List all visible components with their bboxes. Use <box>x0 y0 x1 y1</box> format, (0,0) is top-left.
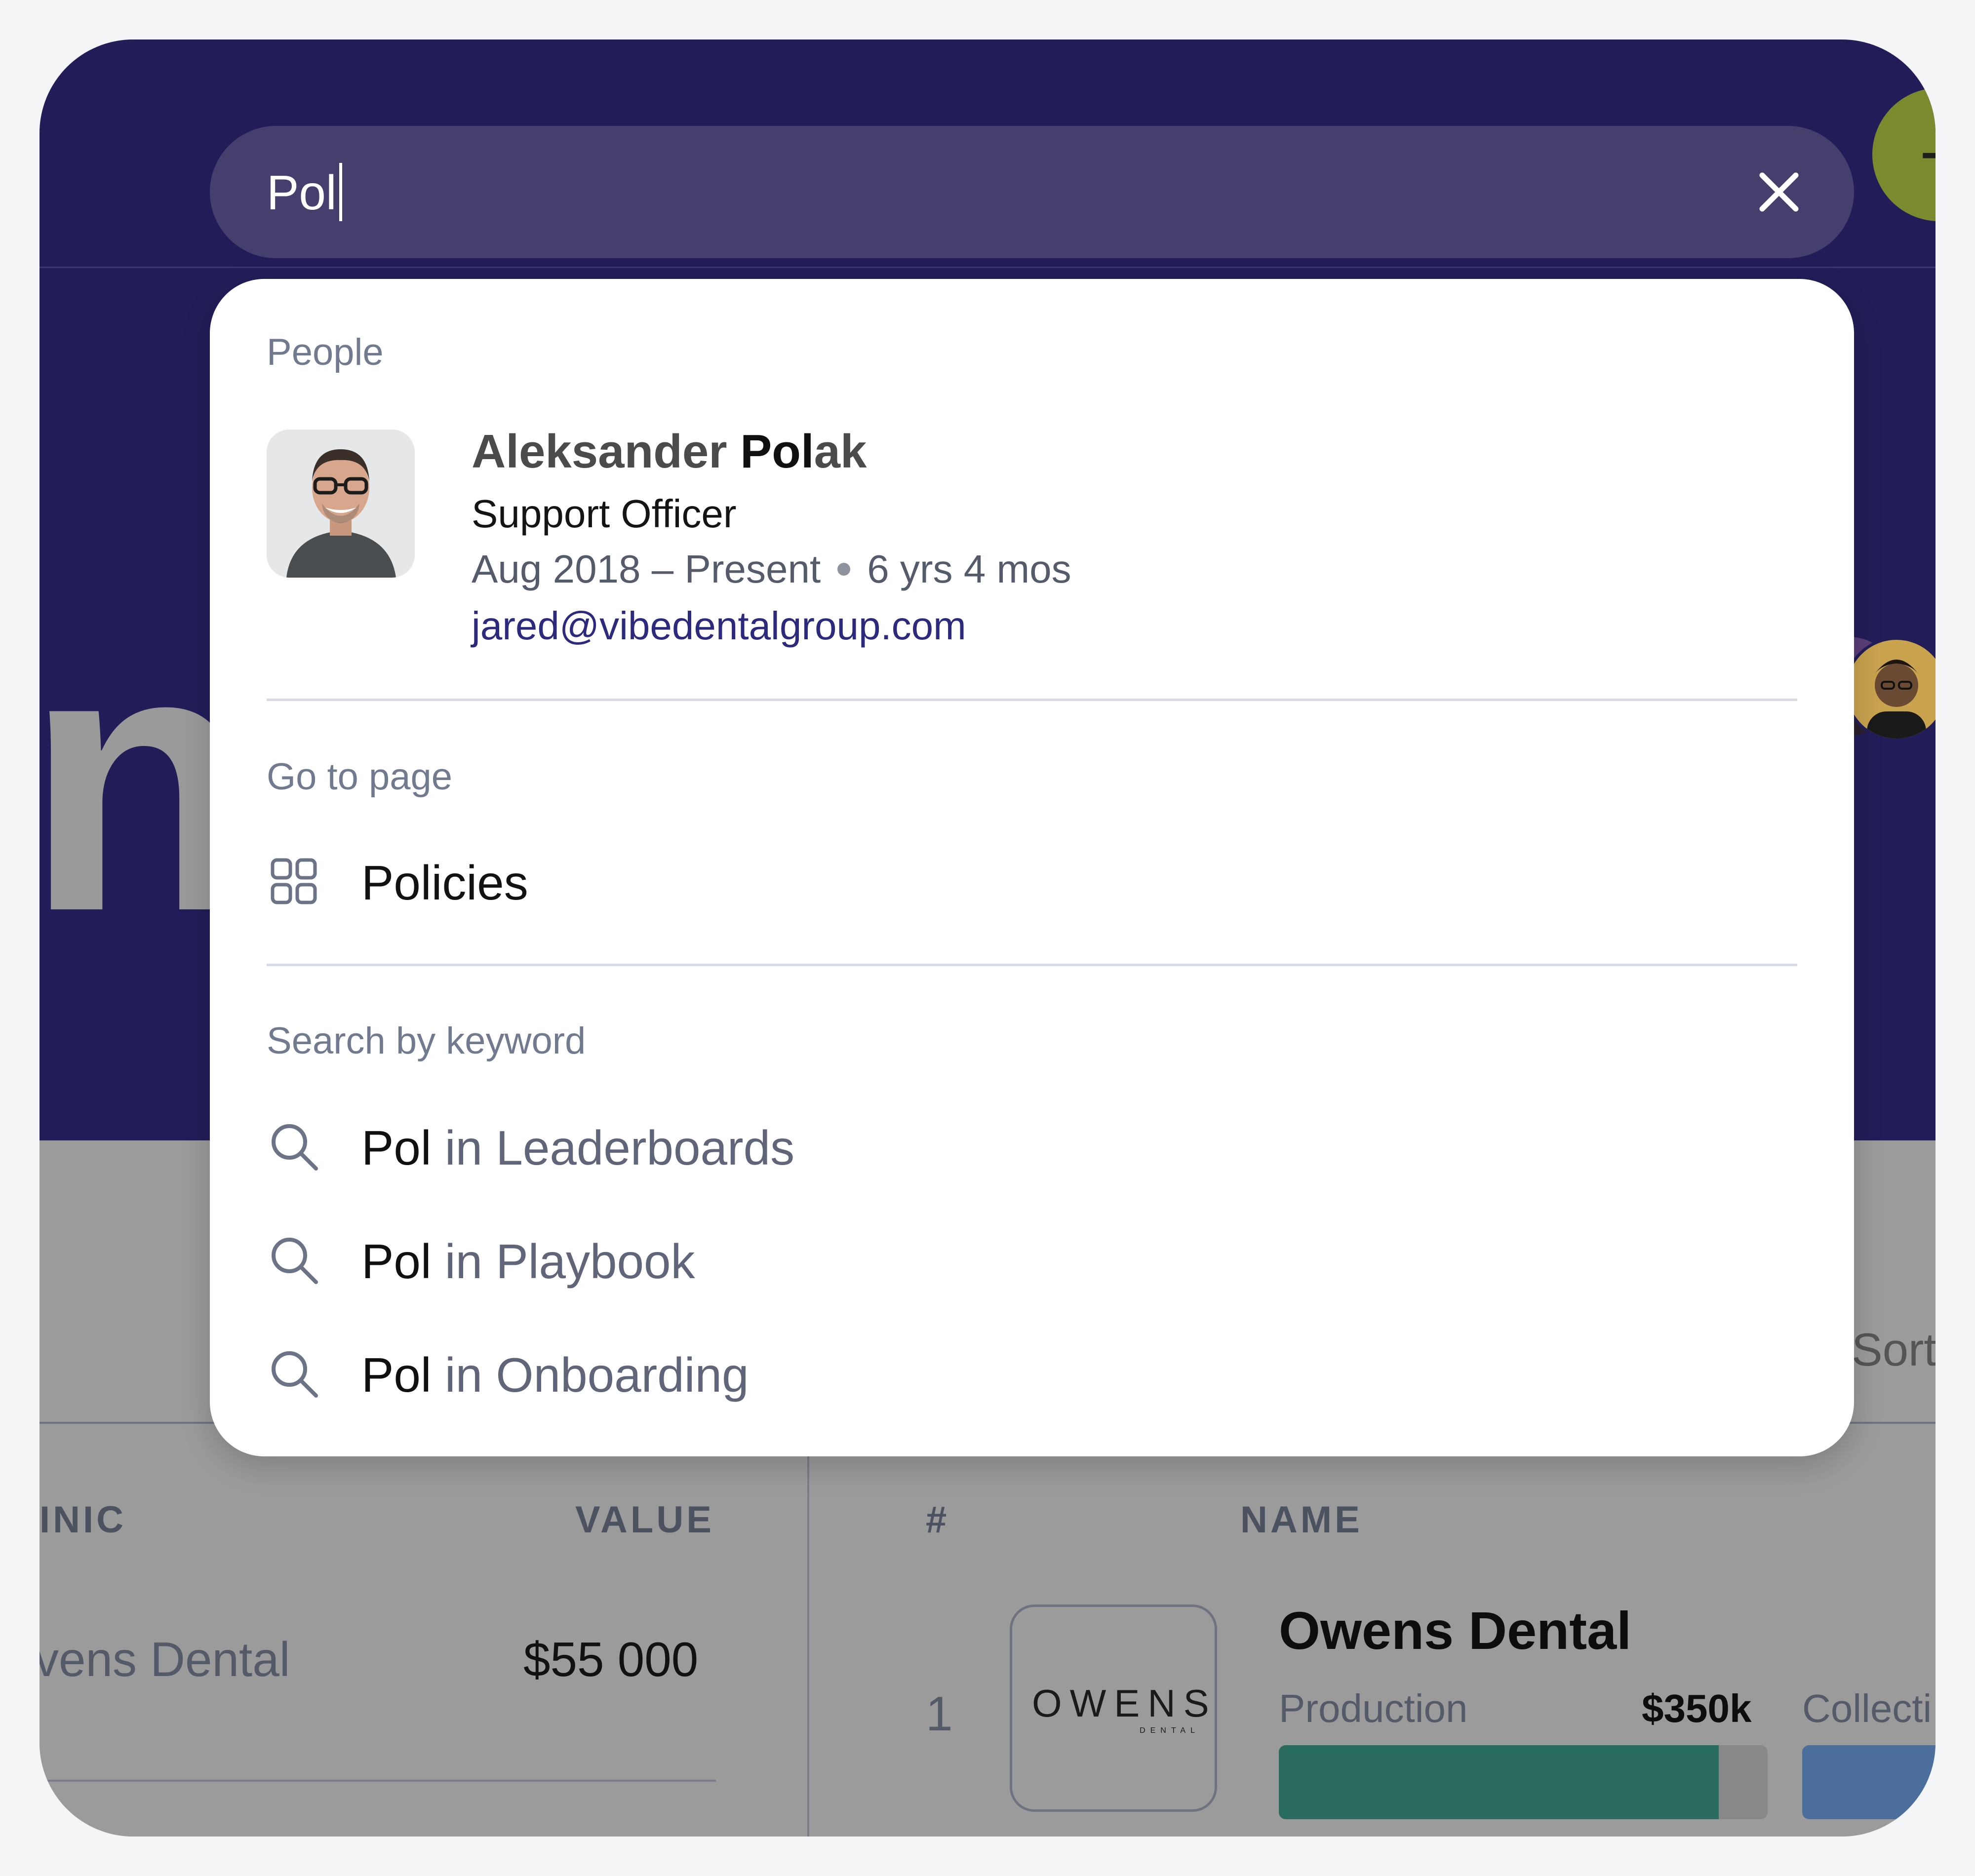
person-name-match: Pol <box>740 425 814 478</box>
header-divider <box>40 267 1936 268</box>
person-name-post: ak <box>814 425 867 478</box>
column-divider <box>807 1422 809 1837</box>
separator-dot <box>837 562 851 576</box>
add-button[interactable]: + <box>1872 88 1936 221</box>
avatar <box>267 430 415 578</box>
production-progress-fill <box>1279 1745 1719 1819</box>
clinic-title[interactable]: Owens Dental <box>1279 1600 1631 1661</box>
person-duration: 6 yrs 4 mos <box>867 547 1071 591</box>
value-cell: $55 000 <box>523 1632 699 1686</box>
sort-button[interactable]: Sort <box>1852 1323 1936 1376</box>
page-result-label: Policies <box>361 856 528 910</box>
production-value: $350k <box>1642 1686 1752 1730</box>
page-result-policies[interactable]: Policies <box>267 839 1797 928</box>
person-email[interactable]: jared@vibedentalgroup.com <box>472 603 966 649</box>
keyword-result-label: Pol in Onboarding <box>361 1347 749 1403</box>
search-results-dropdown: People Aleksander Polak Support Officer <box>210 279 1854 1456</box>
clinic-logo: OWENS DENTAL <box>1010 1604 1217 1812</box>
people-section-title: People <box>267 331 384 373</box>
search-icon <box>272 1351 318 1398</box>
person-name: Aleksander Polak <box>472 425 867 479</box>
search-input[interactable] <box>267 151 1698 234</box>
collections-progress-bar <box>1802 1745 1936 1819</box>
keyword-result-playbook[interactable]: Pol in Playbook <box>267 1218 1797 1307</box>
search-bar[interactable] <box>210 126 1854 258</box>
clear-search-button[interactable] <box>1745 158 1813 226</box>
search-icon <box>272 1238 318 1284</box>
keyword-section-title: Search by keyword <box>267 1020 586 1062</box>
text-caret <box>339 163 342 221</box>
keyword-match: Pol <box>361 1348 432 1402</box>
keyword-match: Pol <box>361 1121 432 1175</box>
person-dates: Aug 2018 – Present <box>472 547 821 591</box>
section-divider <box>267 699 1797 701</box>
clinic-name-cell: vens Dental <box>40 1632 290 1686</box>
keyword-scope: in Playbook <box>431 1234 695 1289</box>
plus-icon: + <box>1919 113 1936 196</box>
column-header-value[interactable]: VALUE <box>575 1498 714 1541</box>
person-tenure: Aug 2018 – Present 6 yrs 4 mos <box>472 547 1071 592</box>
close-icon <box>1759 172 1799 212</box>
production-progress-bar <box>1279 1745 1768 1819</box>
grid-icon <box>271 858 317 904</box>
person-name-pre: Aleksander <box>472 425 741 478</box>
column-header-rank[interactable]: # <box>926 1498 949 1541</box>
goto-section-title: Go to page <box>267 756 453 798</box>
section-divider <box>267 964 1797 966</box>
column-header-clinic[interactable]: INIC <box>40 1498 126 1541</box>
collections-label: Collecti <box>1802 1686 1932 1730</box>
person-role: Support Officer <box>472 492 737 536</box>
rank-cell: 1 <box>926 1686 953 1741</box>
keyword-result-onboarding[interactable]: Pol in Onboarding <box>267 1331 1797 1420</box>
keyword-scope: in Onboarding <box>431 1348 749 1402</box>
keyword-result-leaderboards[interactable]: Pol in Leaderboards <box>267 1104 1797 1193</box>
keyword-scope: in Leaderboards <box>431 1121 795 1175</box>
logo-wordmark: OWENS <box>1032 1681 1217 1725</box>
person-photo-icon <box>267 430 415 578</box>
keyword-result-label: Pol in Leaderboards <box>361 1120 794 1176</box>
production-label: Production <box>1279 1686 1468 1730</box>
person-photo-icon <box>1867 660 1926 739</box>
search-icon <box>272 1124 318 1171</box>
logo-subtext: DENTAL <box>1140 1726 1200 1735</box>
table-divider <box>40 1780 716 1782</box>
app-window: n + Sort INIC VALUE vens Dental $55 000 <box>40 39 1936 1837</box>
keyword-match: Pol <box>361 1234 432 1289</box>
keyword-result-label: Pol in Playbook <box>361 1234 695 1290</box>
column-header-name[interactable]: NAME <box>1240 1498 1363 1541</box>
